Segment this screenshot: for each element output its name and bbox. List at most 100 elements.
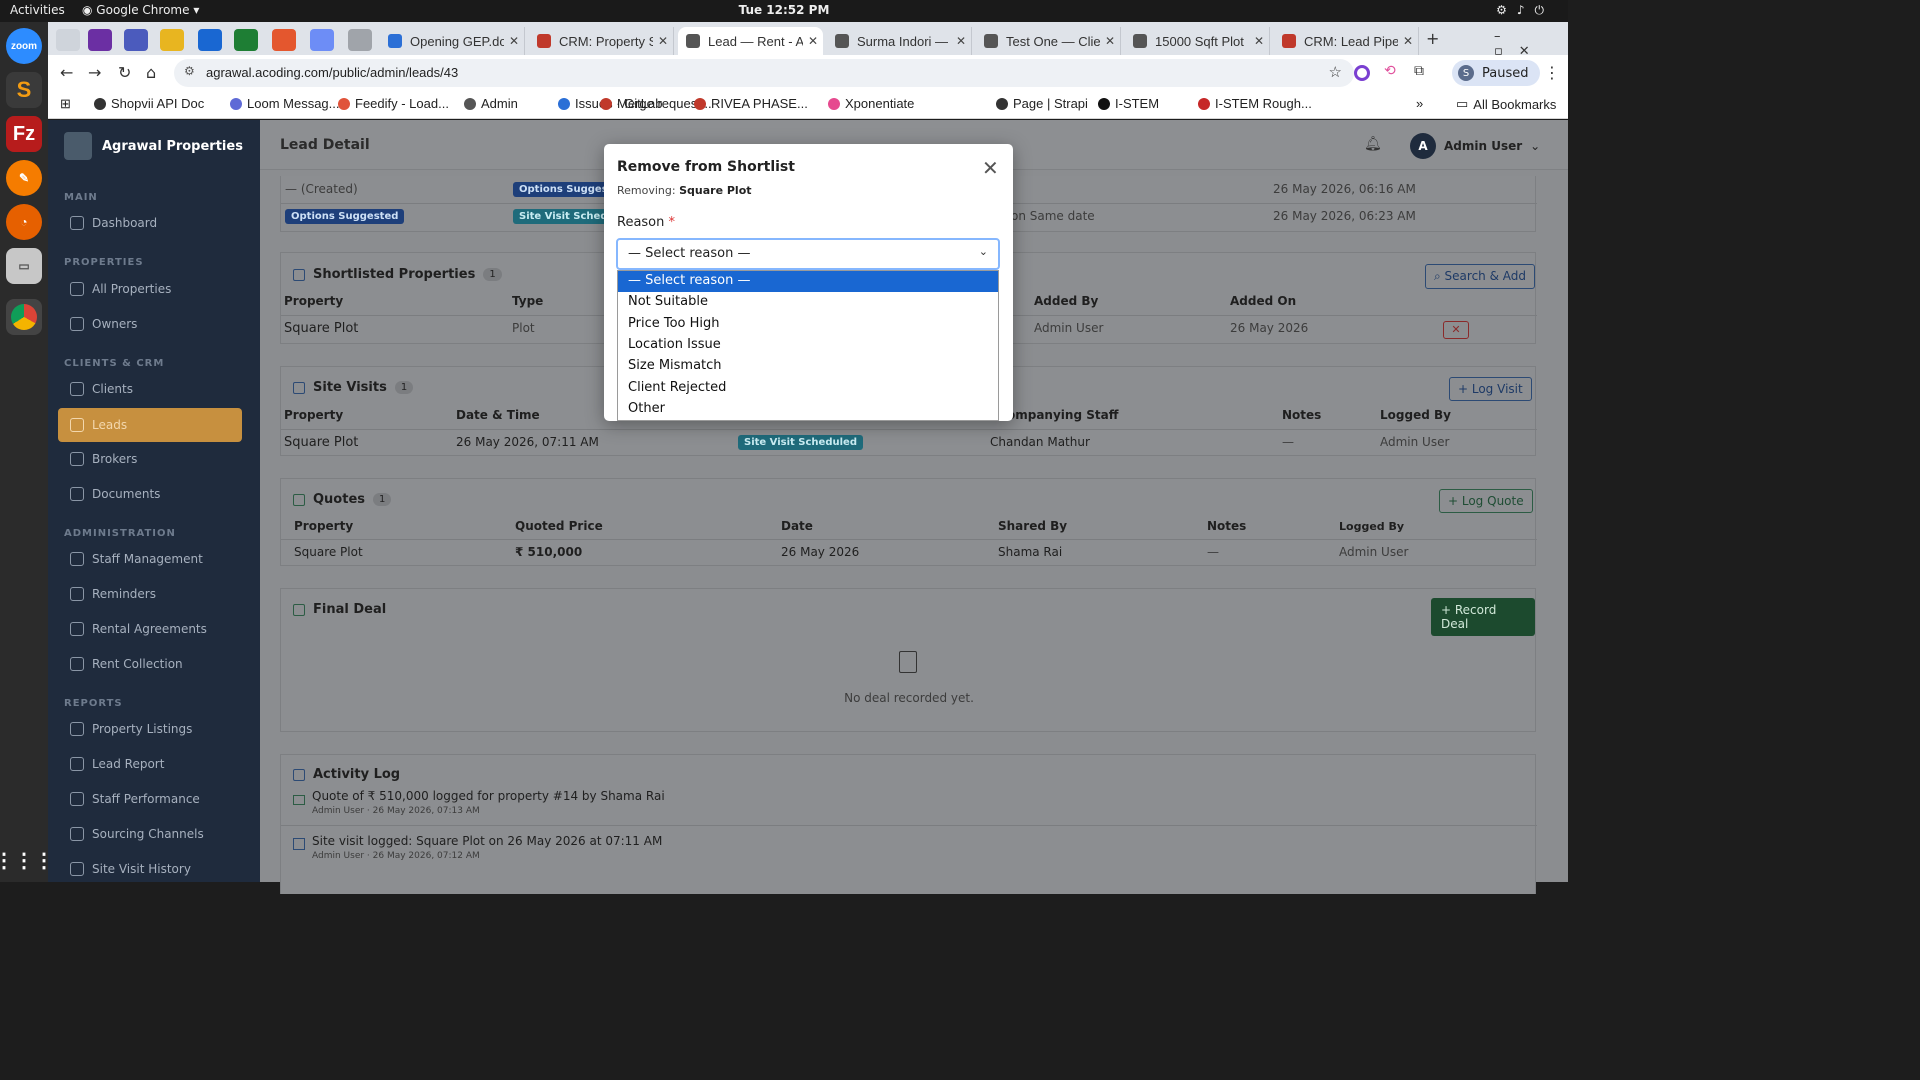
- tab-close-icon[interactable]: ✕: [653, 34, 673, 48]
- browser-tab[interactable]: Lead — Rent - A ✕: [678, 27, 823, 55]
- bookmark-favicon: [1198, 97, 1210, 110]
- bookmark-item[interactable]: RIVEA PHASE...: [694, 96, 808, 111]
- remove-shortlist-button[interactable]: ✕: [1443, 321, 1469, 339]
- sidebar-item-clients[interactable]: Clients: [58, 372, 242, 406]
- sidebar-item-site-visit-history[interactable]: Site Visit History: [58, 852, 242, 886]
- final-deal-title-text: Final Deal: [313, 602, 387, 617]
- sidebar-item-lead-report[interactable]: Lead Report: [58, 747, 242, 781]
- back-icon[interactable]: ←: [60, 63, 73, 82]
- pinned-tab-2[interactable]: [124, 29, 148, 51]
- tab-search-icon[interactable]: [56, 29, 80, 51]
- shortlist-property[interactable]: Square Plot: [284, 321, 358, 336]
- bookmark-item[interactable]: I-STEM: [1098, 96, 1159, 111]
- system-tray[interactable]: ⚙♪⏻: [1496, 3, 1554, 18]
- apps-grid-bookmark-icon[interactable]: ⊞: [60, 96, 71, 112]
- sublime-icon[interactable]: S: [6, 72, 42, 108]
- extension-icon[interactable]: [1354, 65, 1370, 81]
- sidebar-item-property-listings[interactable]: Property Listings: [58, 712, 242, 746]
- tab-close-icon[interactable]: ✕: [1249, 34, 1269, 48]
- forward-icon[interactable]: →: [88, 63, 101, 82]
- reason-option[interactable]: Other: [618, 399, 998, 420]
- tab-close-icon[interactable]: ✕: [1398, 34, 1418, 48]
- pinned-tab-8[interactable]: [348, 29, 372, 51]
- more-bookmarks-icon[interactable]: »: [1416, 96, 1423, 111]
- reload-icon[interactable]: ↻: [118, 63, 131, 82]
- sidebar-item-leads[interactable]: Leads: [58, 408, 242, 442]
- reason-option[interactable]: Client Rejected: [618, 378, 998, 399]
- tab-close-icon[interactable]: ✕: [1100, 34, 1120, 48]
- browser-tab[interactable]: Surma Indori — ✕: [827, 27, 972, 55]
- chrome-dock-icon[interactable]: [6, 299, 42, 335]
- tab-close-icon[interactable]: ✕: [951, 34, 971, 48]
- pinned-tab-3[interactable]: [160, 29, 184, 51]
- sidebar-item-rent-collection[interactable]: Rent Collection: [58, 647, 242, 681]
- clock[interactable]: Tue 12:52 PM: [0, 3, 1568, 17]
- home-icon[interactable]: ⌂: [146, 63, 156, 82]
- sidebar-item-icon: [70, 862, 84, 876]
- zoom-icon[interactable]: zoom: [6, 28, 42, 64]
- pinned-tab-7[interactable]: [310, 29, 334, 51]
- profile-button[interactable]: S Paused: [1452, 60, 1540, 86]
- sidebar-item-staff-performance[interactable]: Staff Performance: [58, 782, 242, 816]
- sidebar-item-owners[interactable]: Owners: [58, 307, 242, 341]
- bookmark-item[interactable]: Page | Strapi: [996, 96, 1088, 111]
- extension-icon-2[interactable]: ⟲: [1384, 63, 1396, 79]
- sidebar-item-brokers[interactable]: Brokers: [58, 442, 242, 476]
- close-icon[interactable]: ✕: [982, 156, 999, 180]
- sidebar-item-documents[interactable]: Documents: [58, 477, 242, 511]
- column-header: Logged By: [1339, 520, 1405, 533]
- user-menu[interactable]: A Admin User ⌄: [1410, 133, 1540, 159]
- browser-tab[interactable]: 15000 Sqft Plot ✕: [1125, 27, 1270, 55]
- record-deal-button[interactable]: + Record Deal: [1431, 598, 1535, 636]
- sidebar-item-staff-management[interactable]: Staff Management: [58, 542, 242, 576]
- bookmark-item[interactable]: Loom Messag...: [230, 96, 340, 111]
- reason-select[interactable]: — Select reason — ⌄: [616, 238, 1000, 270]
- log-visit-button[interactable]: + Log Visit: [1449, 377, 1532, 401]
- pinned-tab-1[interactable]: [88, 29, 112, 51]
- pencil-app-icon[interactable]: ✎: [6, 160, 42, 196]
- reason-option[interactable]: Size Mismatch: [618, 356, 998, 377]
- bookmark-item[interactable]: Xponentiate: [828, 96, 914, 111]
- address-bar[interactable]: ⚙ agrawal.acoding.com/public/admin/leads…: [174, 59, 1354, 87]
- chrome-menu-icon[interactable]: ⋮: [1544, 63, 1560, 82]
- filezilla-icon[interactable]: Fz: [6, 116, 42, 152]
- site-info-icon[interactable]: ⚙: [184, 64, 195, 78]
- sidebar-item-dashboard[interactable]: Dashboard: [58, 206, 242, 240]
- bookmark-star-icon[interactable]: ☆: [1329, 63, 1342, 81]
- bookmark-item[interactable]: Admin: [464, 96, 518, 111]
- all-bookmarks[interactable]: ▭ All Bookmarks: [1456, 96, 1556, 112]
- new-tab-button[interactable]: +: [1426, 29, 1439, 48]
- required-mark: *: [668, 215, 676, 230]
- sidebar-item-sourcing-channels[interactable]: Sourcing Channels: [58, 817, 242, 851]
- browser-tab[interactable]: Test One — Clie ✕: [976, 27, 1121, 55]
- pinned-tab-4[interactable]: [198, 29, 222, 51]
- tab-close-icon[interactable]: ✕: [803, 34, 823, 48]
- bookmark-item[interactable]: Feedify - Load...: [338, 96, 449, 111]
- extensions-puzzle-icon[interactable]: ⧉: [1414, 63, 1424, 79]
- files-icon[interactable]: ▭: [6, 248, 42, 284]
- sidebar-item-reminders[interactable]: Reminders: [58, 577, 242, 611]
- chevron-down-icon: ⌄: [1530, 139, 1541, 153]
- pinned-tab-5[interactable]: [234, 29, 258, 51]
- reason-option[interactable]: Not Suitable: [618, 292, 998, 313]
- visit-property[interactable]: Square Plot: [284, 435, 358, 450]
- browser-tab[interactable]: CRM: Property S ✕: [529, 27, 674, 55]
- sidebar-item-all-properties[interactable]: All Properties: [58, 272, 242, 306]
- brand[interactable]: Agrawal Properties: [64, 132, 243, 160]
- apps-grid-icon[interactable]: ⋮⋮⋮: [0, 842, 54, 878]
- log-quote-button[interactable]: + Log Quote: [1439, 489, 1533, 513]
- tab-close-icon[interactable]: ✕: [504, 34, 524, 48]
- firefox-icon[interactable]: ◔: [6, 204, 42, 240]
- bookmark-item[interactable]: Shopvii API Doc: [94, 96, 204, 111]
- sidebar-item-rental-agreements[interactable]: Rental Agreements: [58, 612, 242, 646]
- reason-option[interactable]: Price Too High: [618, 314, 998, 335]
- reason-option[interactable]: Location Issue: [618, 335, 998, 356]
- bookmark-item[interactable]: I-STEM Rough...: [1198, 96, 1312, 111]
- quote-date: 26 May 2026: [781, 545, 860, 559]
- search-and-add-button[interactable]: ⌕ Search & Add: [1425, 264, 1535, 289]
- browser-tab[interactable]: CRM: Lead Pipel ✕: [1274, 27, 1419, 55]
- reason-option[interactable]: — Select reason —: [618, 271, 998, 292]
- bell-icon[interactable]: 🔔︎: [1364, 136, 1382, 152]
- browser-tab[interactable]: Opening GEP.do ✕: [380, 27, 525, 55]
- pinned-tab-6[interactable]: [272, 29, 296, 51]
